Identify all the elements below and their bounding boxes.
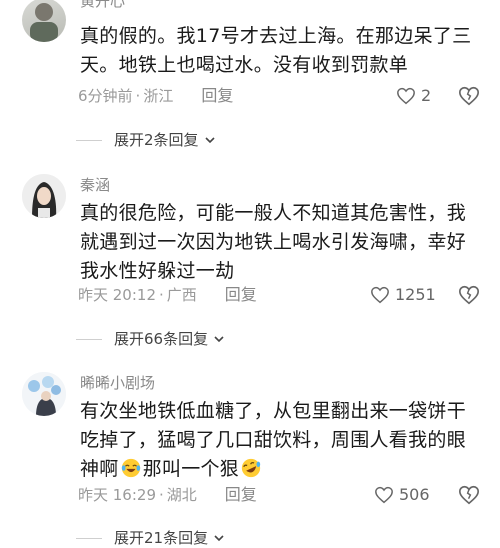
chevron-down-icon (214, 535, 224, 542)
rolling-laugh-emoji (241, 458, 261, 478)
like-button[interactable]: 2 (396, 86, 431, 106)
like-count: 1251 (395, 285, 436, 304)
reply-button[interactable]: 回复 (225, 285, 257, 305)
comment-meta: 昨天 20:12 · 广西 回复 (78, 285, 257, 305)
like-count: 506 (399, 485, 430, 504)
comment-text: 真的假的。我17号才去过上海。在那边呆了三天。地铁上也喝过水。没有收到罚款单 (80, 25, 472, 76)
comment-time: 昨天 16:29 (78, 486, 156, 504)
like-button[interactable]: 1251 (370, 285, 436, 305)
expand-replies-button[interactable]: 展开21条回复 (76, 528, 226, 548)
avatar[interactable] (22, 372, 66, 416)
comment-text: 有次坐地铁低血糖了，从包里翻出来一袋饼干吃掉了，猛喝了几口甜饮料，周围人看我的眼… (80, 397, 480, 484)
reply-button[interactable]: 回复 (201, 86, 233, 106)
avatar-image (22, 372, 66, 416)
meta-separator: · (159, 286, 164, 304)
comment-meta: 昨天 16:29 · 湖北 回复 (78, 485, 257, 505)
expand-replies-button[interactable]: 展开66条回复 (76, 329, 226, 349)
comment-location: 湖北 (166, 486, 197, 504)
divider-line (76, 537, 102, 539)
chevron-down-icon (214, 336, 224, 343)
avatar-image (30, 3, 58, 42)
comment-text: 真的很危险，可能一般人不知道其危害性，我就遇到过一次因为地铁上喝水引发海啸，幸好… (80, 202, 467, 282)
comment-time: 昨天 20:12 (78, 286, 156, 304)
reply-button[interactable]: 回复 (225, 485, 257, 505)
avatar[interactable] (22, 0, 66, 42)
dislike-icon[interactable] (458, 484, 480, 506)
comment-meta: 6分钟前 · 浙江 回复 (78, 86, 233, 106)
divider-line (76, 139, 102, 141)
username[interactable]: 晞晞小剧场 (80, 374, 155, 392)
expand-replies-label: 展开21条回复 (114, 529, 209, 547)
dislike-icon[interactable] (458, 284, 480, 306)
expand-replies-button[interactable]: 展开2条回复 (76, 130, 217, 150)
expand-replies-label: 展开66条回复 (114, 330, 209, 348)
comment-text-part: 那叫一个狠 (142, 458, 240, 480)
username[interactable]: 秦涵 (80, 176, 110, 194)
like-count: 2 (421, 86, 432, 105)
comment-time: 6分钟前 (78, 87, 133, 105)
avatar-image (22, 174, 66, 218)
divider-line (76, 338, 102, 340)
avatar[interactable] (22, 174, 66, 218)
heart-icon (371, 286, 389, 304)
like-button[interactable]: 506 (374, 485, 430, 505)
expand-replies-label: 展开2条回复 (114, 131, 199, 149)
dislike-icon[interactable] (458, 85, 480, 107)
laugh-cry-emoji (121, 458, 140, 478)
chevron-down-icon (204, 137, 215, 144)
comment-location: 浙江 (143, 87, 174, 105)
comment-location: 广西 (166, 286, 197, 304)
heart-icon (397, 87, 415, 105)
username[interactable]: 黄开心 (80, 0, 125, 10)
meta-separator: · (135, 87, 141, 105)
meta-separator: · (159, 486, 164, 504)
heart-icon (375, 486, 393, 504)
